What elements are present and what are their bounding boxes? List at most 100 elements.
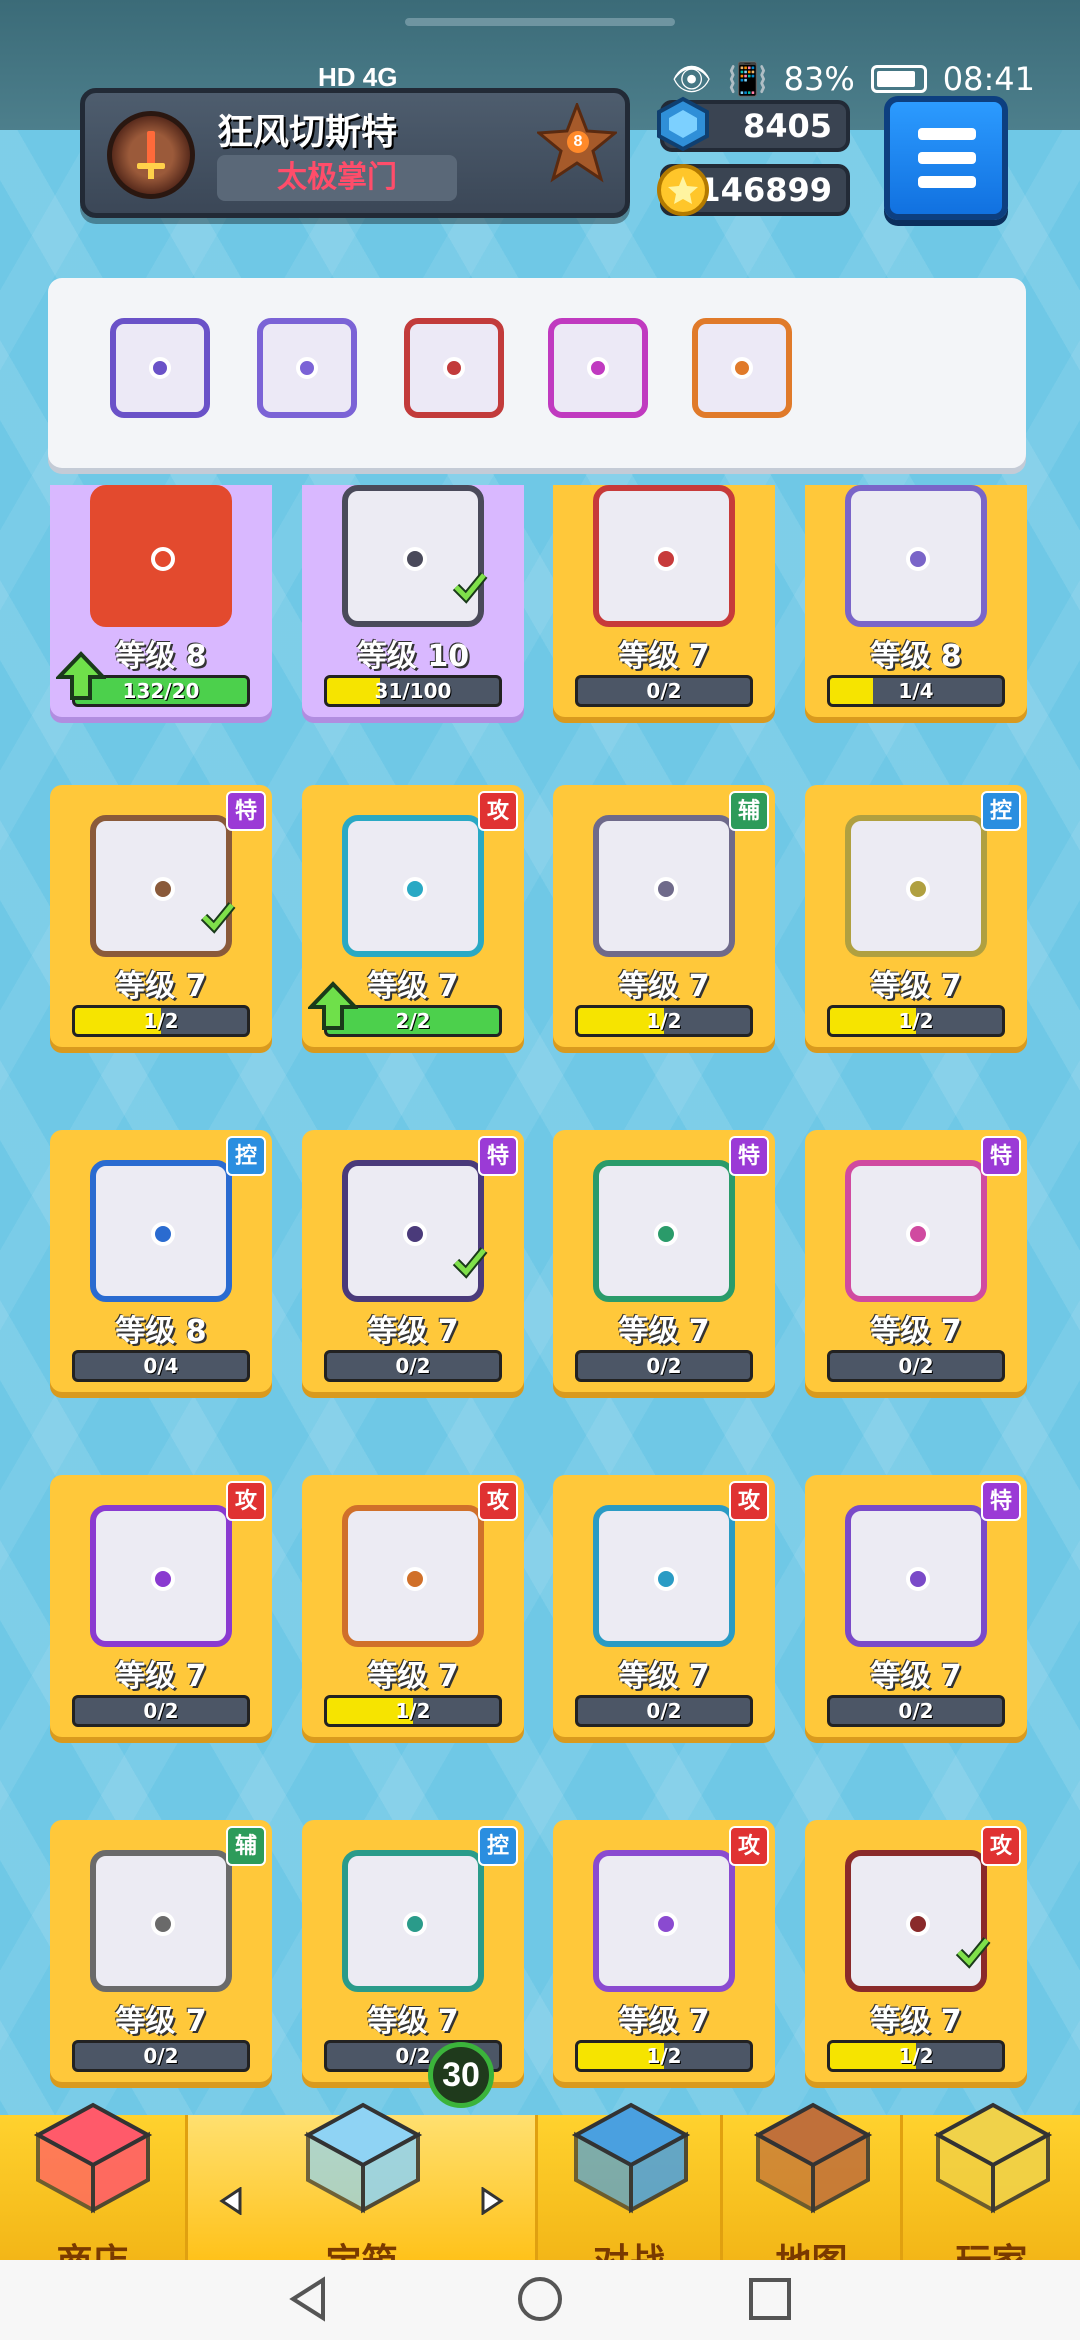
equipped-skill-3[interactable]	[404, 318, 504, 418]
skill-card[interactable]: 攻等级 7 1/2	[302, 1475, 524, 1737]
skill-card[interactable]: 等级 7 0/2	[553, 485, 775, 717]
skill-card[interactable]: 辅等级 7 0/2	[50, 1820, 272, 2082]
skill-card[interactable]: 攻等级 7 0/2	[50, 1475, 272, 1737]
upgrade-progress-bar: 1/2	[575, 2040, 753, 2072]
skill-art	[70, 485, 252, 629]
skill-level: 等级 7	[618, 969, 710, 1004]
equipped-check-icon	[955, 1937, 991, 1969]
progress-text: 0/2	[143, 2044, 179, 2068]
nav-tab-label: 宝箱	[188, 2233, 535, 2260]
recents-icon[interactable]	[745, 2274, 795, 2324]
skill-type-tag: 控	[981, 791, 1021, 831]
progress-text: 1/2	[646, 2044, 682, 2068]
skill-art	[70, 1489, 252, 1649]
progress-text: 31/100	[374, 679, 452, 703]
skill-card[interactable]: 攻等级 7 2/2	[302, 785, 524, 1047]
box-count-badge: 30	[428, 2042, 494, 2108]
nav-tab-label: 玩家	[903, 2233, 1080, 2260]
skill-card[interactable]: 攻等级 7 1/2	[805, 1820, 1027, 2082]
upgrade-arrow-icon	[56, 651, 106, 700]
nav-tab-label: 商店	[0, 2233, 185, 2260]
upgrade-progress-bar: 31/100	[324, 675, 502, 707]
chevron-right-icon[interactable]	[477, 2187, 505, 2215]
upgrade-progress-bar: 1/4	[827, 675, 1005, 707]
skill-level: 等级 8	[115, 1314, 207, 1349]
skill-emblem-icon	[151, 877, 175, 901]
skill-art	[322, 485, 504, 629]
shop-icon	[33, 2102, 152, 2214]
system-nav-bar	[0, 2260, 1080, 2340]
equipped-check-icon	[200, 902, 236, 934]
skill-type-tag: 特	[981, 1136, 1021, 1176]
progress-text: 0/2	[646, 679, 682, 703]
skill-emblem-icon	[151, 547, 175, 571]
skill-emblem-icon	[403, 1567, 427, 1591]
upgrade-progress-bar: 0/2	[575, 1350, 753, 1382]
skill-level: 等级 7	[618, 1314, 710, 1349]
skill-card[interactable]: 等级 8 1/4	[805, 485, 1027, 717]
skill-card[interactable]: 辅等级 7 1/2	[553, 785, 775, 1047]
upgrade-progress-bar: 0/2	[575, 675, 753, 707]
main-menu-button[interactable]	[884, 96, 1008, 220]
equipped-skill-1[interactable]	[110, 318, 210, 418]
skill-level: 等级 7	[367, 2004, 459, 2039]
equipped-skill-5[interactable]	[692, 318, 792, 418]
progress-text: 1/2	[143, 1009, 179, 1033]
skill-emblem-icon	[654, 1567, 678, 1591]
gold-coin-icon	[657, 164, 709, 216]
nav-tab-2[interactable]: 宝箱	[185, 2102, 535, 2260]
skill-card[interactable]: 等级 10 31/100	[302, 485, 524, 717]
skill-emblem-icon	[149, 357, 171, 379]
upgrade-progress-bar: 0/2	[72, 1695, 250, 1727]
equipped-skill-4[interactable]	[548, 318, 648, 418]
skill-card[interactable]: 控等级 7 0/2	[302, 1820, 524, 2082]
skill-card-grid[interactable]: 等级 8 132/20 等级 10 31/100 等级 7 0/2 等级 8 1/4 特等级 7…	[0, 485, 1080, 2115]
skill-card[interactable]: 特等级 7 0/2	[805, 1130, 1027, 1392]
equipped-skill-2[interactable]	[257, 318, 357, 418]
skill-emblem-icon	[906, 1567, 930, 1591]
rank-number: 8	[567, 131, 589, 153]
nav-tab-1[interactable]: 商店	[0, 2102, 185, 2260]
skill-card[interactable]: 特等级 7 1/2	[50, 785, 272, 1047]
skill-level: 等级 7	[618, 639, 710, 674]
skill-type-tag: 特	[981, 1481, 1021, 1521]
skill-art	[573, 799, 755, 959]
skill-emblem-icon	[296, 357, 318, 379]
nav-tab-4[interactable]: 地图	[720, 2102, 900, 2260]
guild-title: 太极掌门	[217, 155, 457, 201]
skill-card[interactable]: 特等级 7 0/2	[553, 1130, 775, 1392]
home-icon[interactable]	[515, 2274, 565, 2324]
nav-tab-5[interactable]: 玩家	[900, 2102, 1080, 2260]
skill-art	[573, 1489, 755, 1649]
chevron-left-icon[interactable]	[218, 2187, 246, 2215]
skill-level: 等级 7	[618, 2004, 710, 2039]
upgrade-progress-bar: 1/2	[324, 1695, 502, 1727]
skill-level: 等级 7	[618, 1659, 710, 1694]
skill-card[interactable]: 等级 8 132/20	[50, 485, 272, 717]
skill-level: 等级 7	[367, 1659, 459, 1694]
player-robot-icon	[933, 2102, 1053, 2214]
skill-card[interactable]: 控等级 8 0/4	[50, 1130, 272, 1392]
upgrade-progress-bar: 0/2	[827, 1695, 1005, 1727]
skill-emblem-icon	[151, 1222, 175, 1246]
back-icon[interactable]	[285, 2274, 335, 2324]
player-profile-panel[interactable]: 狂风切斯特 太极掌门 8	[80, 88, 630, 218]
skill-art	[825, 1144, 1007, 1304]
player-avatar[interactable]	[107, 111, 195, 199]
skill-type-tag: 攻	[478, 1481, 518, 1521]
skill-type-tag: 特	[478, 1136, 518, 1176]
skill-card[interactable]: 控等级 7 1/2	[805, 785, 1027, 1047]
skill-card[interactable]: 攻等级 7 1/2	[553, 1820, 775, 2082]
progress-text: 1/2	[898, 2044, 934, 2068]
skill-emblem-icon	[906, 1222, 930, 1246]
skill-card[interactable]: 特等级 7 0/2	[302, 1130, 524, 1392]
skill-art	[322, 1834, 504, 1994]
skill-art	[573, 485, 755, 629]
nav-tab-3[interactable]: 对战	[535, 2102, 720, 2260]
skill-card[interactable]: 特等级 7 0/2	[805, 1475, 1027, 1737]
progress-text: 1/4	[898, 679, 934, 703]
skill-art	[825, 799, 1007, 959]
skill-card[interactable]: 攻等级 7 0/2	[553, 1475, 775, 1737]
map-icon	[753, 2102, 873, 2214]
hamburger-menu-icon	[918, 128, 976, 140]
